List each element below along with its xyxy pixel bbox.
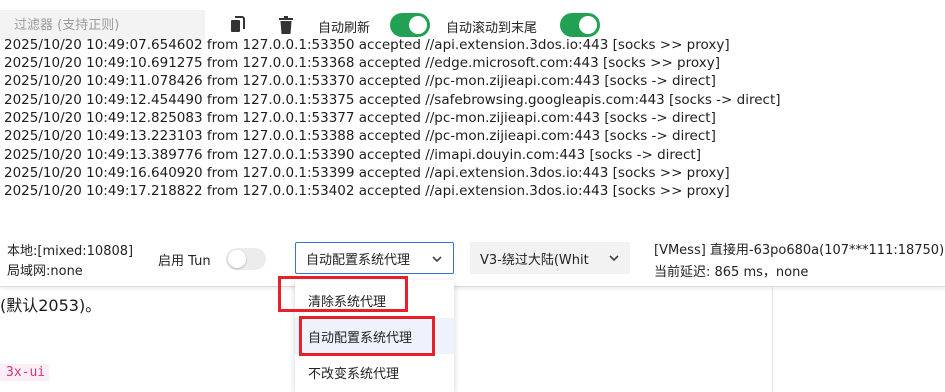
log-line: 2025/10/20 10:49:07.654602 from 127.0.0.… [4, 37, 730, 53]
log-line: 2025/10/20 10:49:16.640920 from 127.0.0.… [4, 165, 730, 181]
option-auto-system-proxy[interactable]: 自动配置系统代理 [295, 318, 454, 354]
toggle-knob [228, 250, 246, 268]
tun-toggle[interactable] [226, 248, 266, 270]
status-bar: 本地:[mixed:10808] 局域网:none 启用 Tun 自动配置系统代… [0, 230, 945, 286]
log-line: 2025/10/20 10:49:17.218822 from 127.0.0.… [4, 183, 730, 199]
toolbar: 自动刷新 自动滚动到末尾 [0, 0, 945, 40]
log-output[interactable]: 2025/10/20 10:49:07.654602 from 127.0.0.… [0, 36, 945, 206]
background-document: (默认2053)。 [0, 286, 945, 392]
log-line: 2025/10/20 10:49:12.825083 from 127.0.0.… [4, 110, 716, 126]
log-line: 2025/10/20 10:49:13.389776 from 127.0.0.… [4, 147, 701, 163]
system-proxy-select[interactable]: 自动配置系统代理 [295, 242, 454, 274]
trash-icon[interactable] [276, 15, 296, 35]
option-clear-system-proxy[interactable]: 清除系统代理 [295, 282, 454, 318]
latency-label: 当前延迟: 865 ms，none [654, 265, 809, 280]
auto-refresh-toggle[interactable] [390, 13, 430, 37]
toggle-knob [409, 16, 427, 34]
log-line: 2025/10/20 10:49:11.078426 from 127.0.0.… [4, 73, 716, 89]
toggle-knob [579, 16, 597, 34]
log-panel: 自动刷新 自动滚动到末尾 2025/10/20 10:49:07.654602 … [0, 0, 945, 287]
background-code-snippet: 3x-ui [0, 364, 50, 381]
local-address-label: 本地:[mixed:10808] [7, 244, 134, 259]
auto-refresh-label: 自动刷新 [318, 21, 371, 36]
option-keep-system-proxy[interactable]: 不改变系统代理 [295, 354, 454, 390]
routing-select[interactable]: V3-绕过大陆(Whit [470, 242, 630, 274]
auto-scroll-toggle[interactable] [560, 13, 600, 37]
chevron-down-icon [609, 255, 619, 262]
routing-select-value: V3-绕过大陆(Whit [480, 252, 589, 268]
auto-scroll-label: 自动滚动到末尾 [446, 21, 538, 36]
chevron-down-icon [432, 256, 442, 263]
copy-icon[interactable] [228, 15, 248, 35]
tun-label: 启用 Tun [158, 254, 211, 269]
system-proxy-dropdown: 清除系统代理 自动配置系统代理 不改变系统代理 [295, 280, 454, 392]
system-proxy-select-value: 自动配置系统代理 [306, 252, 411, 268]
log-line: 2025/10/20 10:49:13.223103 from 127.0.0.… [4, 128, 716, 144]
lan-address-label: 局域网:none [7, 264, 83, 279]
column-divider [772, 286, 773, 392]
log-line: 2025/10/20 10:49:12.454490 from 127.0.0.… [4, 92, 781, 108]
background-paragraph: (默认2053)。 [0, 296, 102, 315]
current-server-label: [VMess] 直接用-63po680a(107***111:18750) [654, 243, 945, 258]
log-line: 2025/10/20 10:49:10.691275 from 127.0.0.… [4, 55, 720, 71]
